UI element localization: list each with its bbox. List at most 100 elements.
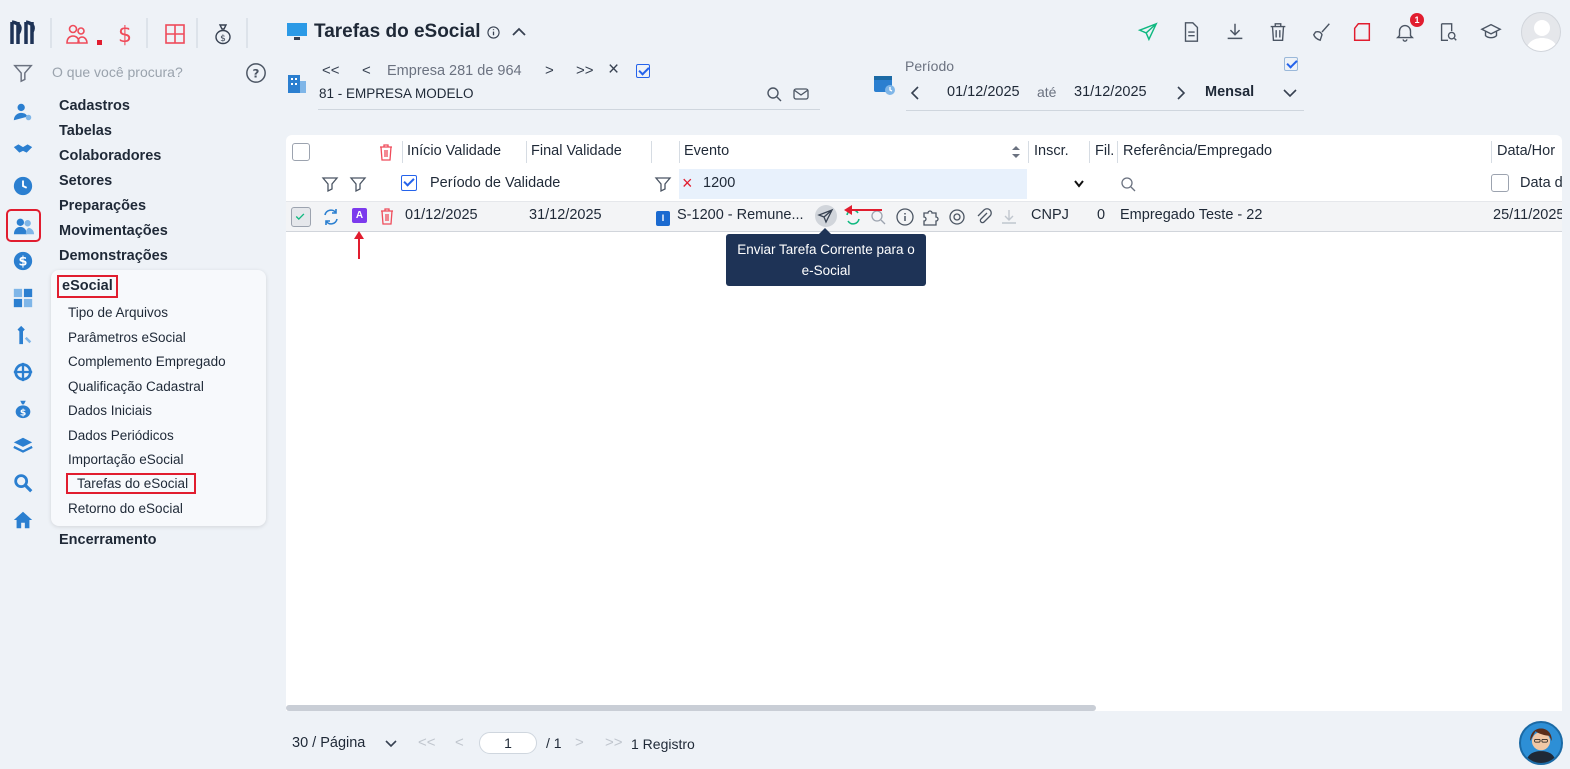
calendar-icon[interactable]: [872, 72, 896, 96]
period-checkbox[interactable]: [1284, 57, 1298, 71]
header-evento[interactable]: Evento: [684, 143, 729, 159]
layers-icon[interactable]: [10, 433, 36, 459]
tools-icon[interactable]: [10, 322, 36, 348]
search-icon[interactable]: [766, 86, 782, 102]
money-shortcut-icon[interactable]: $: [208, 20, 238, 48]
submenu-item[interactable]: Retorno do eSocial: [68, 501, 183, 516]
menu-item-preparacoes[interactable]: Preparações: [59, 198, 146, 214]
user-avatar[interactable]: [1521, 12, 1561, 52]
trash-icon[interactable]: [379, 207, 395, 225]
submenu-item[interactable]: Dados Periódicos: [68, 428, 174, 443]
menu-item-encerramento[interactable]: Encerramento: [59, 532, 157, 548]
trash-icon[interactable]: [1263, 18, 1293, 46]
refresh-icon[interactable]: [321, 207, 341, 227]
next-page-button[interactable]: >: [575, 734, 584, 751]
submenu-item[interactable]: Importação eSocial: [68, 452, 184, 467]
chevron-right-icon[interactable]: [1174, 85, 1188, 101]
search-doc-icon[interactable]: [1433, 18, 1463, 46]
employees-icon[interactable]: [6, 209, 41, 242]
submenu-item[interactable]: Qualificação Cadastral: [68, 379, 204, 394]
help-icon[interactable]: ?: [245, 62, 267, 84]
dollar-icon[interactable]: $: [10, 248, 36, 274]
submenu-item[interactable]: Parâmetros eSocial: [68, 330, 186, 345]
info-icon[interactable]: [895, 207, 915, 227]
broom-icon[interactable]: [1307, 18, 1337, 46]
horizontal-scrollbar[interactable]: [286, 705, 1096, 711]
menu-item-colaboradores[interactable]: Colaboradores: [59, 148, 161, 164]
user-settings-icon[interactable]: [10, 99, 36, 125]
submenu-item-tarefas[interactable]: Tarefas do eSocial: [66, 473, 197, 494]
calculator-icon[interactable]: [10, 285, 36, 311]
chevron-down-icon[interactable]: [1282, 86, 1298, 100]
period-end[interactable]: 31/12/2025: [1074, 84, 1147, 100]
submenu-item[interactable]: Complemento Empregado: [68, 354, 226, 369]
magnifier-icon[interactable]: [10, 470, 36, 496]
info-icon[interactable]: [486, 25, 500, 39]
sort-icon[interactable]: [1010, 144, 1022, 160]
evento-filter-value[interactable]: 1200: [703, 175, 735, 191]
filter-icon[interactable]: [349, 175, 367, 193]
calculator-shortcut-icon[interactable]: [160, 20, 190, 48]
period-filter-checkbox[interactable]: [401, 175, 417, 191]
header-inscr[interactable]: Inscr.: [1034, 143, 1069, 159]
finance-shortcut-icon[interactable]: $: [110, 20, 140, 48]
period-start[interactable]: 01/12/2025: [947, 84, 1020, 100]
search-icon[interactable]: [1120, 176, 1136, 192]
menu-item-tabelas[interactable]: Tabelas: [59, 123, 112, 139]
page-input[interactable]: 1: [479, 732, 537, 754]
header-referencia[interactable]: Referência/Empregado: [1123, 143, 1272, 159]
download-icon[interactable]: [1220, 18, 1250, 46]
first-page-button[interactable]: <<: [418, 734, 436, 751]
assistant-avatar[interactable]: [1519, 721, 1563, 765]
submenu-item[interactable]: Dados Iniciais: [68, 403, 152, 418]
row-checkbox[interactable]: [291, 207, 311, 227]
clear-filter-icon[interactable]: ×: [682, 173, 693, 194]
chevron-down-icon[interactable]: [384, 738, 398, 750]
period-mode-select[interactable]: Mensal: [1205, 84, 1254, 100]
date-filter-checkbox[interactable]: [1491, 174, 1509, 192]
network-icon[interactable]: [10, 359, 36, 385]
filter-icon[interactable]: [654, 175, 672, 193]
header-fil[interactable]: Fil.: [1095, 143, 1114, 159]
handshake-icon[interactable]: [10, 136, 36, 162]
send-icon[interactable]: [1133, 18, 1163, 46]
menu-item-setores[interactable]: Setores: [59, 173, 112, 189]
people-shortcut-icon[interactable]: [62, 20, 92, 48]
submenu-item[interactable]: Tipo de Arquivos: [68, 305, 168, 320]
download-icon[interactable]: [999, 207, 1019, 227]
next-company-button[interactable]: >: [545, 62, 554, 79]
document-icon[interactable]: [1176, 18, 1206, 46]
chevron-left-icon[interactable]: [908, 85, 922, 101]
puzzle-icon[interactable]: [920, 207, 940, 227]
eraser-icon[interactable]: [1347, 18, 1377, 46]
menu-item-movimentacoes[interactable]: Movimentações: [59, 223, 168, 239]
company-checkbox[interactable]: [636, 64, 650, 78]
header-final-validade[interactable]: Final Validade: [531, 143, 622, 159]
chevron-down-icon[interactable]: [1073, 178, 1085, 190]
home-icon[interactable]: [10, 507, 36, 533]
trash-icon[interactable]: [378, 143, 394, 161]
graduation-icon[interactable]: [1476, 18, 1506, 46]
menu-item-esocial[interactable]: eSocial: [57, 275, 118, 298]
first-company-button[interactable]: <<: [322, 62, 340, 79]
header-data-hora[interactable]: Data/Hor: [1497, 143, 1555, 159]
prev-company-button[interactable]: <: [362, 62, 371, 79]
select-all-checkbox[interactable]: [292, 143, 310, 161]
app-logo-icon[interactable]: [10, 18, 38, 46]
mail-icon[interactable]: [793, 86, 809, 102]
send-task-button[interactable]: [815, 205, 837, 227]
menu-item-demonstracoes[interactable]: Demonstrações: [59, 248, 168, 264]
last-page-button[interactable]: >>: [605, 734, 623, 751]
search-input[interactable]: O que você procura?: [52, 64, 183, 80]
menu-search[interactable]: O que você procura? ?: [12, 62, 270, 84]
support-icon[interactable]: [947, 207, 967, 227]
attachment-icon[interactable]: [973, 207, 993, 227]
last-company-button[interactable]: >>: [576, 62, 594, 79]
clock-icon[interactable]: [10, 173, 36, 199]
clear-company-button[interactable]: ×: [608, 59, 619, 81]
money-bag-icon[interactable]: $: [10, 396, 36, 422]
filter-icon[interactable]: [321, 175, 339, 193]
chevron-up-icon[interactable]: [510, 23, 528, 41]
page-size-select[interactable]: 30 / Página: [292, 735, 365, 751]
header-inicio-validade[interactable]: Início Validade: [407, 143, 501, 159]
